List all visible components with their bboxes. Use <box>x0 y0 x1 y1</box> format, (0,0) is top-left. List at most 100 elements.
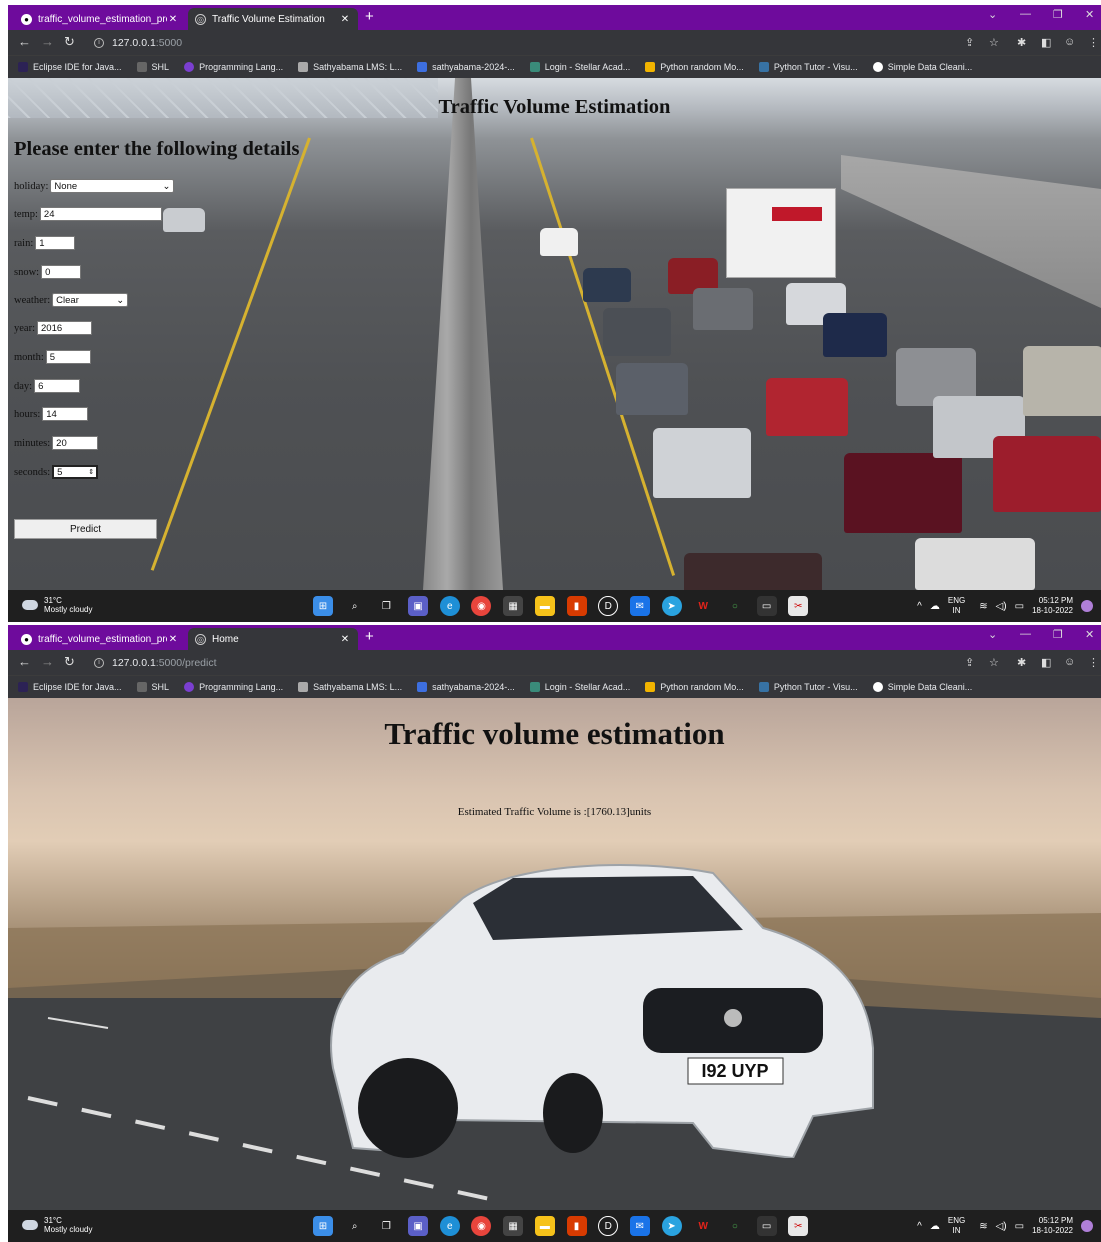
dell-icon[interactable]: D <box>598 1216 619 1236</box>
chevron-up-icon[interactable]: ^ <box>917 601 922 612</box>
info-icon[interactable]: i <box>94 657 104 668</box>
back-button[interactable]: ← <box>18 654 31 669</box>
edge-icon[interactable]: e <box>439 596 460 616</box>
bookmark-item[interactable]: Python Tutor - Visu... <box>758 62 858 72</box>
bookmark-item[interactable]: SHL <box>136 62 169 72</box>
volume-icon[interactable]: ◁) <box>996 1221 1007 1232</box>
clock[interactable]: 05:12 PM 18-10-2022 <box>1032 1216 1073 1236</box>
tab-github-project[interactable]: ● traffic_volume_estimation_projec ✕ <box>14 628 186 650</box>
back-button[interactable]: ← <box>18 34 31 49</box>
bookmark-item[interactable]: Programming Lang... <box>184 62 283 72</box>
chevron-up-icon[interactable]: ^ <box>917 1221 922 1232</box>
office-icon[interactable]: ▮ <box>566 1216 587 1236</box>
start-icon[interactable]: ⊞ <box>313 1216 333 1236</box>
bookmark-item[interactable]: Sathyabama LMS: L... <box>298 62 402 72</box>
task-view-icon[interactable]: ❐ <box>376 596 396 616</box>
snipping-icon[interactable]: ✂ <box>788 596 809 616</box>
tab-home[interactable]: ◎ Home ✕ <box>188 628 358 650</box>
reload-button[interactable]: ↻ <box>64 654 75 670</box>
close-tab-icon[interactable]: ✕ <box>339 14 351 25</box>
new-tab-button[interactable]: + <box>365 628 374 646</box>
bookmark-item[interactable]: Programming Lang... <box>184 682 283 692</box>
search-icon[interactable]: ⌕ <box>345 596 365 616</box>
close-window-button[interactable]: ✕ <box>1085 628 1094 641</box>
bookmark-item[interactable]: Python Tutor - Visu... <box>758 682 858 692</box>
telegram-icon[interactable]: ➤ <box>661 596 682 616</box>
close-tab-icon[interactable]: ✕ <box>167 634 179 645</box>
share-icon[interactable]: ⇪ <box>965 36 974 49</box>
minimize-button[interactable]: — <box>1020 628 1031 640</box>
maximize-button[interactable]: ❐ <box>1053 8 1063 21</box>
profile-avatar[interactable]: ☺ <box>1064 36 1075 48</box>
clock[interactable]: 05:12 PM 18-10-2022 <box>1032 596 1073 616</box>
forward-button[interactable]: → <box>41 654 54 669</box>
bookmark-item[interactable]: Simple Data Cleani... <box>872 682 972 692</box>
wps-icon[interactable]: W <box>693 596 713 616</box>
mail-icon[interactable]: ✉ <box>629 596 650 616</box>
onedrive-icon[interactable]: ☁ <box>930 1221 940 1232</box>
menu-icon[interactable]: ⋮ <box>1088 656 1099 669</box>
extensions-icon[interactable]: ✱ <box>1017 36 1026 49</box>
refresh-app-icon[interactable]: ○ <box>725 596 745 616</box>
volume-icon[interactable]: ◁) <box>996 601 1007 612</box>
teams-icon[interactable]: ▣ <box>408 596 429 616</box>
extensions-icon[interactable]: ✱ <box>1017 656 1026 669</box>
bookmark-item[interactable]: Sathyabama LMS: L... <box>298 682 402 692</box>
task-view-icon[interactable]: ❐ <box>376 1216 396 1236</box>
address-bar[interactable]: i 127.0.0.1:5000/predict <box>88 653 488 672</box>
chrome-icon[interactable]: ◉ <box>471 596 492 616</box>
terminal-icon[interactable]: ▭ <box>756 596 777 616</box>
minutes-input[interactable]: 20 <box>52 436 99 450</box>
start-icon[interactable]: ⊞ <box>313 596 333 616</box>
bookmark-item[interactable]: Simple Data Cleani... <box>872 62 972 72</box>
share-icon[interactable]: ⇪ <box>965 656 974 669</box>
bookmark-star-icon[interactable]: ☆ <box>989 656 999 669</box>
snipping-icon[interactable]: ✂ <box>788 1216 809 1236</box>
edge-icon[interactable]: e <box>439 1216 460 1236</box>
tab-search-icon[interactable]: ⌄ <box>988 628 997 641</box>
day-input[interactable]: 6 <box>34 379 81 393</box>
close-tab-icon[interactable]: ✕ <box>167 14 179 25</box>
bookmark-item[interactable]: sathyabama-2024-... <box>417 62 515 72</box>
minimize-button[interactable]: — <box>1020 8 1031 20</box>
side-panel-icon[interactable]: ◧ <box>1041 656 1051 669</box>
new-tab-button[interactable]: + <box>365 8 374 26</box>
snow-input[interactable]: 0 <box>41 265 82 279</box>
hours-input[interactable]: 14 <box>42 407 89 421</box>
close-tab-icon[interactable]: ✕ <box>339 634 351 645</box>
profile-avatar[interactable]: ☺ <box>1064 656 1075 668</box>
reload-button[interactable]: ↻ <box>64 34 75 50</box>
notification-icon[interactable] <box>1081 600 1093 612</box>
telegram-icon[interactable]: ➤ <box>661 1216 682 1236</box>
store-icon[interactable]: ▦ <box>503 596 524 616</box>
bookmark-item[interactable]: Eclipse IDE for Java... <box>18 682 122 692</box>
file-explorer-icon[interactable]: ▬ <box>534 596 555 616</box>
info-icon[interactable]: i <box>94 37 104 48</box>
tab-search-icon[interactable]: ⌄ <box>988 8 997 21</box>
temp-input[interactable]: 24 <box>39 207 162 221</box>
bookmark-item[interactable]: SHL <box>136 682 169 692</box>
bookmark-item[interactable]: sathyabama-2024-... <box>417 682 515 692</box>
year-input[interactable]: 2016 <box>37 321 92 335</box>
office-icon[interactable]: ▮ <box>566 596 587 616</box>
weather-widget[interactable]: 31°C Mostly cloudy <box>22 596 92 614</box>
battery-icon[interactable]: ▭ <box>1015 601 1024 612</box>
bookmark-item[interactable]: Login - Stellar Acad... <box>529 682 630 692</box>
bookmark-item[interactable]: Eclipse IDE for Java... <box>18 62 122 72</box>
terminal-icon[interactable]: ▭ <box>756 1216 777 1236</box>
tab-github-project[interactable]: ● traffic_volume_estimation_projec ✕ <box>14 8 186 30</box>
seconds-stepper[interactable]: 5 ⇕ <box>52 465 99 479</box>
mail-icon[interactable]: ✉ <box>629 1216 650 1236</box>
wifi-icon[interactable]: ≋ <box>979 601 987 612</box>
notification-icon[interactable] <box>1081 1220 1093 1232</box>
weather-select[interactable]: Clear ⌄ <box>52 293 129 307</box>
rain-input[interactable]: 1 <box>35 236 76 250</box>
search-icon[interactable]: ⌕ <box>345 1216 365 1236</box>
file-explorer-icon[interactable]: ▬ <box>534 1216 555 1236</box>
maximize-button[interactable]: ❐ <box>1053 628 1063 641</box>
teams-icon[interactable]: ▣ <box>408 1216 429 1236</box>
close-window-button[interactable]: ✕ <box>1085 8 1094 21</box>
language-indicator[interactable]: ENG IN <box>948 596 965 616</box>
weather-widget[interactable]: 31°C Mostly cloudy <box>22 1216 92 1234</box>
bookmark-item[interactable]: Python random Mo... <box>645 62 744 72</box>
